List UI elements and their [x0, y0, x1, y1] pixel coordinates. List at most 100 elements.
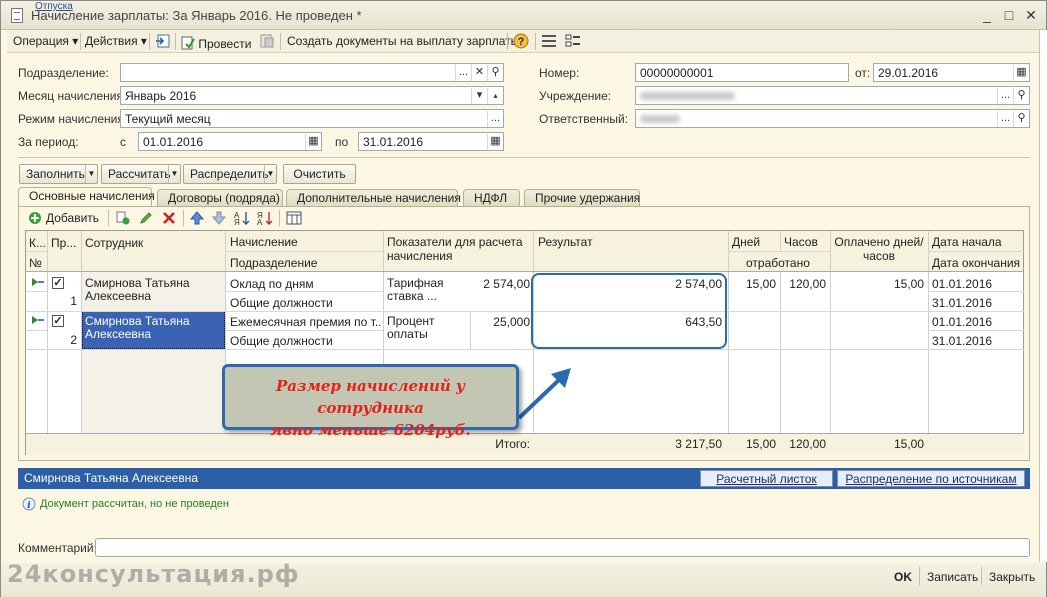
search-icon[interactable]: ⚲ [487, 65, 503, 81]
payslip-button[interactable]: Расчетный листок [700, 470, 833, 487]
row-employee[interactable]: Смирнова Татьяна Алексеевна [85, 277, 223, 303]
header-days[interactable]: Дней [732, 235, 782, 249]
header-number[interactable]: № [29, 256, 49, 270]
calendar-icon[interactable]: ▦ [305, 134, 321, 150]
header-indicators[interactable]: Показатели для расчета начисления [387, 235, 532, 263]
delete-icon[interactable] [162, 211, 176, 225]
move-up-icon[interactable] [190, 211, 204, 225]
close-button[interactable]: Закрыть [989, 570, 1035, 584]
list-icon[interactable] [541, 33, 557, 49]
sort-descending-icon[interactable]: Я A [257, 210, 273, 226]
row-accrual[interactable]: Ежемесячная премия по т... [230, 315, 382, 329]
row-hours[interactable]: 120,00 [784, 277, 826, 291]
row-checkbox[interactable]: ✓ [52, 277, 64, 289]
actions-menu[interactable]: Действия ▾ [85, 34, 147, 48]
select-button[interactable]: ... [487, 111, 503, 127]
row-indicator-value[interactable]: 2 574,00 [466, 277, 530, 291]
move-down-icon[interactable] [212, 211, 226, 225]
sources-distribution-button[interactable]: Распределение по источникам [837, 470, 1025, 487]
row-type-icon [32, 278, 44, 286]
operation-menu[interactable]: Операция ▾ [13, 34, 78, 48]
edit-icon[interactable] [139, 211, 153, 225]
institution-field[interactable]: ... ⚲ [635, 86, 1030, 105]
clear-button[interactable]: Очистить [283, 164, 356, 184]
month-field[interactable]: Январь 2016 ▾ ▴▾ [120, 86, 504, 105]
header-employee[interactable]: Сотрудник [85, 236, 225, 250]
create-payment-docs-button[interactable]: Создать документы на выплату зарплаты [287, 34, 519, 48]
date-value: 29.01.2016 [878, 66, 939, 80]
header-date-start[interactable]: Дата начала [932, 235, 1022, 249]
period-from-field[interactable]: 01.01.2016 ▦ [138, 132, 322, 151]
header-k[interactable]: К... [29, 236, 49, 250]
row-date-start[interactable]: 01.01.2016 [932, 277, 1022, 291]
header-worked[interactable]: отработано [746, 256, 826, 270]
save-button[interactable]: Записать [927, 570, 978, 584]
maximize-icon[interactable]: □ [1001, 7, 1017, 23]
sort-ascending-icon[interactable]: A Я [234, 210, 250, 226]
row-indicator-value[interactable]: 25,000 [472, 315, 530, 329]
dropdown-icon[interactable]: ▼ [264, 165, 276, 183]
row-employee[interactable]: Смирнова Татьяна Алексеевна [85, 315, 223, 341]
row-division[interactable]: Общие должности [230, 334, 382, 348]
period-to-field[interactable]: 31.01.2016 ▦ [358, 132, 504, 151]
dropdown-icon[interactable]: ▾ [471, 88, 487, 104]
search-icon[interactable]: ⚲ [1013, 88, 1029, 104]
select-button[interactable]: ... [455, 65, 471, 81]
calendar-icon[interactable]: ▦ [487, 134, 503, 150]
fill-button[interactable]: Заполнить ▼ [19, 164, 98, 184]
header-division[interactable]: Подразделение [230, 256, 380, 270]
background-tab-label[interactable]: Отпуска [35, 1, 73, 12]
table-settings-icon[interactable] [286, 211, 302, 225]
distribute-button[interactable]: Распределить ▼ [183, 164, 277, 184]
subdivision-field[interactable]: ... ✕ ⚲ [120, 63, 504, 82]
tab-contracts[interactable]: Договоры (подряда) [157, 189, 283, 206]
row-date-start[interactable]: 01.01.2016 [932, 315, 1022, 329]
structure-icon[interactable] [565, 33, 581, 49]
row-days[interactable]: 15,00 [732, 277, 776, 291]
date-field[interactable]: 29.01.2016 ▦ [873, 63, 1030, 82]
row-paid[interactable]: 15,00 [834, 277, 924, 291]
tab-main-accruals[interactable]: Основные начисления [18, 187, 155, 207]
institution-label: Учреждение: [539, 89, 612, 103]
row-date-end[interactable]: 31.01.2016 [932, 334, 1022, 348]
header-result[interactable]: Результат [538, 235, 728, 249]
header-pr[interactable]: Пр... [51, 236, 81, 250]
row-accrual[interactable]: Оклад по дням [230, 277, 382, 291]
help-icon[interactable]: ? [513, 33, 529, 49]
dropdown-icon[interactable]: ▼ [85, 165, 97, 183]
calculate-button[interactable]: Рассчитать ▼ [101, 164, 181, 184]
tab-ndfl[interactable]: НДФЛ [463, 189, 520, 206]
unpost-icon[interactable] [259, 33, 275, 49]
navigate-icon[interactable] [155, 33, 171, 49]
close-icon[interactable]: ✕ [1023, 7, 1039, 23]
toolbar-separator [108, 210, 109, 226]
row-indicator-name[interactable]: Процент оплаты [387, 315, 467, 341]
header-accrual[interactable]: Начисление [230, 235, 380, 249]
annotation-line-2: явно меньше 6204руб. [270, 421, 471, 439]
row-checkbox[interactable]: ✓ [52, 315, 64, 327]
clear-icon[interactable]: ✕ [471, 65, 487, 81]
number-field[interactable]: 00000000001 [635, 63, 849, 82]
header-date-end[interactable]: Дата окончания [932, 256, 1022, 270]
header-paid[interactable]: Оплачено дней/часов [832, 235, 926, 263]
comment-field[interactable] [95, 538, 1030, 557]
stepper-icon[interactable]: ▴▾ [487, 88, 503, 104]
tab-additional-accruals[interactable]: Дополнительные начисления [286, 189, 461, 206]
row-date-end[interactable]: 31.01.2016 [932, 296, 1022, 310]
row-indicator-name[interactable]: Тарифная ставка ... [387, 277, 449, 303]
ok-button[interactable]: OK [894, 570, 912, 584]
copy-row-icon[interactable] [116, 211, 130, 225]
dropdown-icon[interactable]: ▼ [168, 165, 180, 183]
select-button[interactable]: ... [997, 88, 1013, 104]
calendar-icon[interactable]: ▦ [1013, 65, 1029, 81]
grid-line [780, 271, 781, 455]
post-button[interactable]: Провести [181, 34, 251, 51]
minimize-icon[interactable]: _ [979, 7, 995, 23]
responsible-field[interactable]: ... ⚲ [635, 109, 1030, 128]
row-division[interactable]: Общие должности [230, 296, 382, 310]
mode-field[interactable]: Текущий месяц ... [120, 109, 504, 128]
tab-other-deductions[interactable]: Прочие удержания [524, 189, 640, 206]
select-button[interactable]: ... [997, 111, 1013, 127]
header-hours[interactable]: Часов [784, 235, 832, 249]
search-icon[interactable]: ⚲ [1013, 111, 1029, 127]
